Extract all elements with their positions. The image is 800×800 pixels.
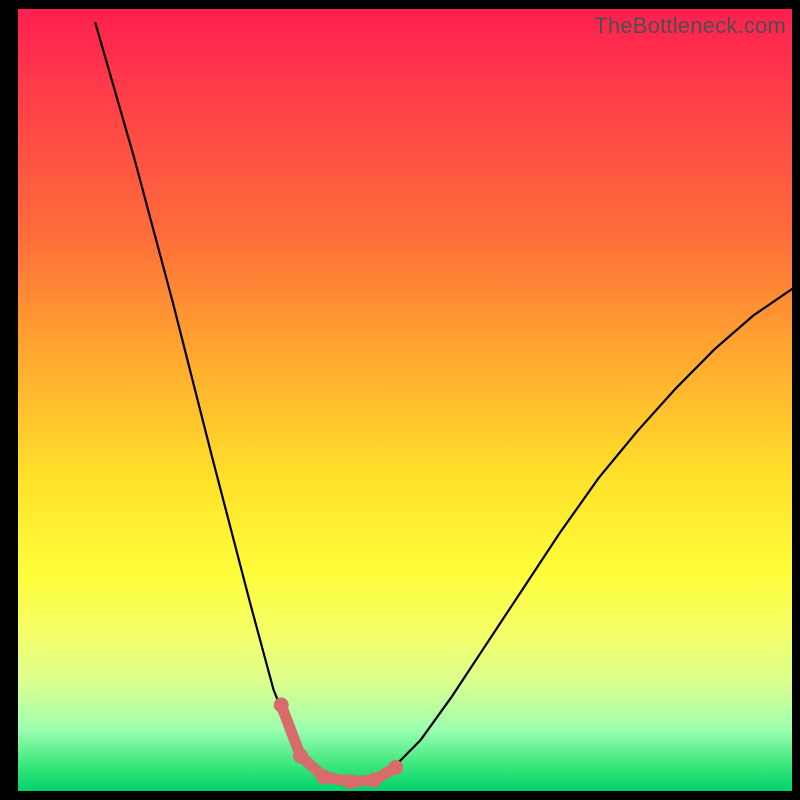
chart-stage: TheBottleneck.com bbox=[0, 0, 800, 800]
curve-layer bbox=[18, 9, 792, 791]
highlight-dot bbox=[367, 773, 382, 788]
highlight-dot bbox=[274, 698, 289, 713]
highlight-dot bbox=[316, 769, 331, 784]
minimum-highlight bbox=[281, 705, 396, 782]
highlight-dot bbox=[293, 748, 308, 763]
bottleneck-curve bbox=[95, 23, 792, 782]
highlight-dot bbox=[343, 774, 358, 789]
highlight-dot bbox=[388, 760, 403, 775]
plot-gradient-background: TheBottleneck.com bbox=[18, 9, 792, 791]
